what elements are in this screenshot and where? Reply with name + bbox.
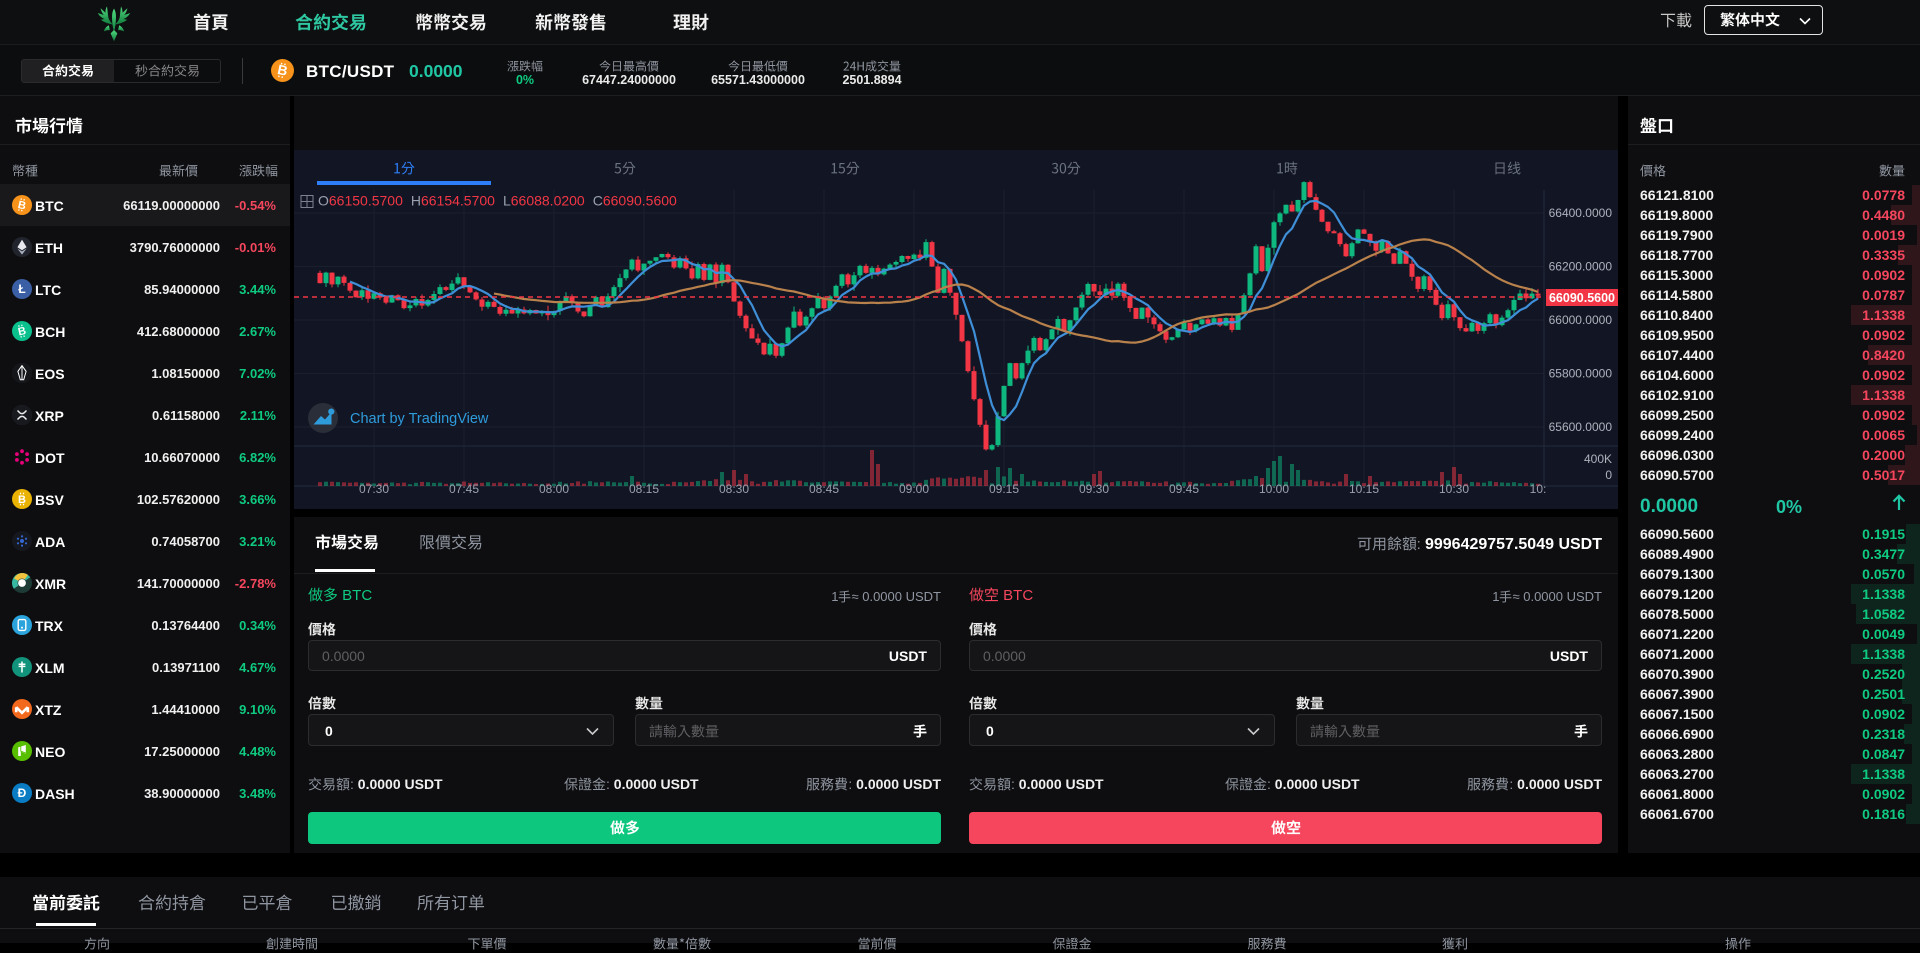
- svg-text:10:30: 10:30: [1439, 482, 1469, 496]
- svg-text:10:: 10:: [1530, 482, 1547, 496]
- svg-text:09:45: 09:45: [1169, 482, 1199, 496]
- svg-text:400K: 400K: [1584, 452, 1612, 466]
- svg-text:66200.0000: 66200.0000: [1549, 260, 1613, 274]
- svg-text:Ł: Ł: [18, 282, 25, 296]
- svg-text:66400.0000: 66400.0000: [1549, 206, 1613, 220]
- svg-text:B: B: [18, 494, 26, 506]
- svg-text:0: 0: [1605, 468, 1612, 482]
- svg-text:10:15: 10:15: [1349, 482, 1379, 496]
- svg-text:09:00: 09:00: [899, 482, 929, 496]
- svg-text:08:15: 08:15: [629, 482, 659, 496]
- svg-text:10:00: 10:00: [1259, 482, 1289, 496]
- svg-text:66090.5600: 66090.5600: [1549, 291, 1615, 305]
- svg-text:65800.0000: 65800.0000: [1549, 367, 1613, 381]
- svg-text:O66150.5700H66154.5700L66088.0: O66150.5700H66154.5700L66088.0200C66090.…: [318, 193, 677, 209]
- svg-text:Chart by TradingView: Chart by TradingView: [350, 411, 489, 427]
- svg-text:07:45: 07:45: [449, 482, 479, 496]
- svg-text:65600.0000: 65600.0000: [1549, 420, 1613, 434]
- svg-text:07:30: 07:30: [359, 482, 389, 496]
- svg-text:Ð: Ð: [18, 786, 27, 800]
- svg-text:08:30: 08:30: [719, 482, 749, 496]
- svg-text:09:30: 09:30: [1079, 482, 1109, 496]
- svg-text:66000.0000: 66000.0000: [1549, 313, 1613, 327]
- svg-text:08:00: 08:00: [539, 482, 569, 496]
- svg-text:09:15: 09:15: [989, 482, 1019, 496]
- svg-text:08:45: 08:45: [809, 482, 839, 496]
